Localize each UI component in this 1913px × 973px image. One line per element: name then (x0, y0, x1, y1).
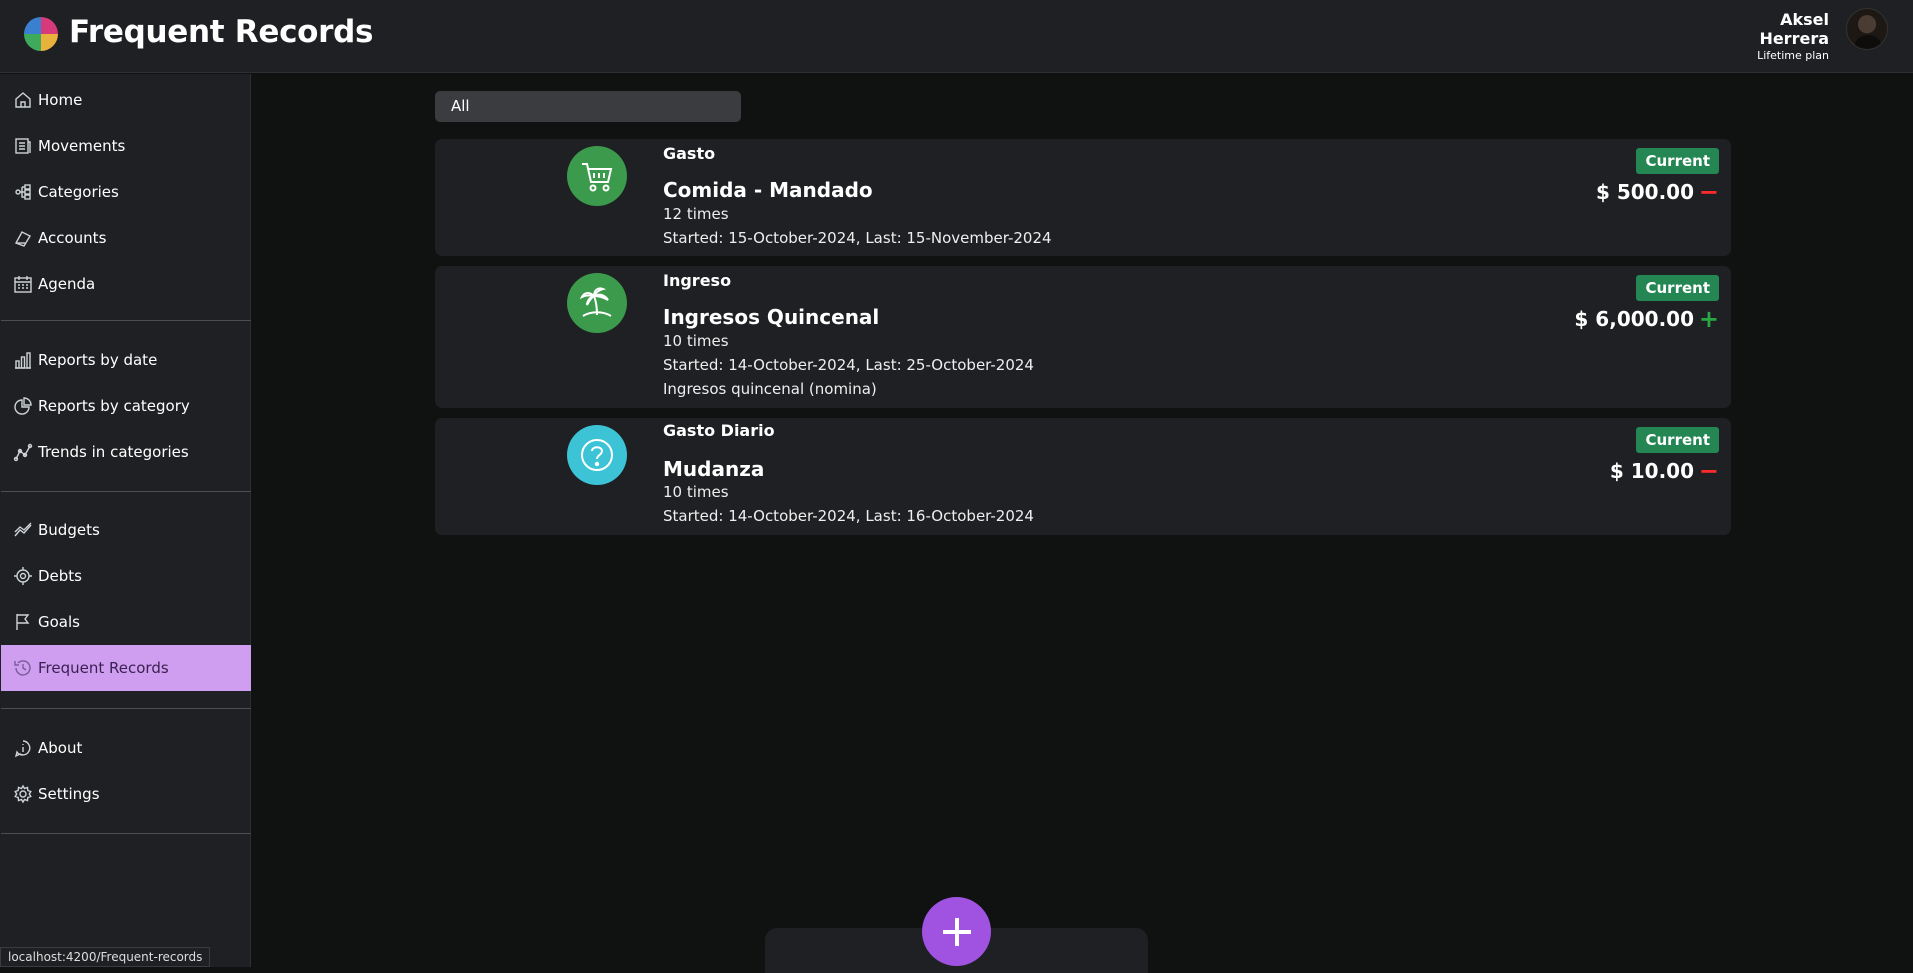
category-icon-badge (567, 273, 627, 333)
status-badge: Current (1636, 275, 1719, 301)
sidebar-item-label: Debts (38, 567, 82, 585)
flag-icon (16, 614, 30, 630)
category-icon-badge (567, 146, 627, 206)
user-first-name: Aksel (1780, 10, 1829, 29)
record-name: Comida - Mandado (663, 178, 873, 202)
add-record-button[interactable] (922, 897, 991, 966)
sidebar-divider (1, 320, 251, 321)
record-amount: $ 6,000.00 (1574, 307, 1694, 331)
categories-icon (15, 184, 31, 200)
user-info[interactable]: Aksel Herrera Lifetime plan (1757, 10, 1829, 64)
sidebar-item-accounts[interactable]: Accounts (1, 215, 251, 261)
sidebar-item-about[interactable]: About (1, 725, 251, 771)
record-name: Mudanza (663, 457, 765, 481)
plan-label: Lifetime plan (1757, 49, 1829, 62)
sidebar-item-agenda[interactable]: Agenda (1, 261, 251, 307)
question-icon (581, 439, 613, 471)
income-plus-icon: + (1698, 305, 1719, 333)
avatar[interactable] (1846, 8, 1888, 50)
plus-icon (942, 917, 971, 946)
sidebar-divider (1, 833, 251, 834)
sidebar-item-label: Reports by date (38, 351, 158, 369)
record-note: Ingresos quincenal (nomina) (663, 380, 877, 398)
sidebar-item-home[interactable]: Home (1, 77, 251, 123)
expense-minus-icon: − (1698, 457, 1719, 485)
sidebar-item-label: Home (38, 91, 83, 109)
filter-select[interactable]: All (435, 91, 741, 122)
record-dates: Started: 14-October-2024, Last: 16-Octob… (663, 507, 1034, 525)
pie-chart-icon (14, 397, 32, 415)
gear-icon (14, 784, 32, 804)
sidebar-item-label: Agenda (38, 275, 96, 293)
sidebar-item-label: Budgets (38, 521, 100, 539)
history-icon (14, 660, 31, 676)
sidebar-item-label: About (38, 739, 83, 757)
app-logo-icon[interactable] (22, 15, 60, 53)
info-icon (14, 740, 31, 758)
record-name: Ingresos Quincenal (663, 305, 880, 329)
sidebar-item-debts[interactable]: Debts (1, 553, 251, 599)
record-times: 10 times (663, 483, 729, 501)
movements-icon (15, 138, 31, 154)
sidebar-item-movements[interactable]: Movements (1, 123, 251, 169)
record-type: Gasto (663, 144, 716, 163)
status-badge: Current (1636, 427, 1719, 453)
sidebar-item-label: Categories (38, 183, 119, 201)
shopping-cart-icon (582, 163, 613, 192)
status-bar-url: localhost:4200/Frequent-records (0, 947, 211, 967)
record-amount: $ 500.00 (1595, 180, 1694, 204)
top-bar: Frequent Records Aksel Herrera Lifetime … (0, 0, 1913, 73)
record-dates: Started: 15-October-2024, Last: 15-Novem… (663, 229, 1052, 247)
calendar-icon (14, 276, 32, 293)
record-card[interactable]: Ingreso Ingresos Quincenal 10 times Star… (435, 266, 1731, 408)
sidebar-item-label: Accounts (38, 229, 107, 247)
record-card[interactable]: Gasto Diario Mudanza 10 times Started: 1… (435, 418, 1731, 535)
accounts-icon (14, 231, 31, 247)
record-times: 10 times (663, 332, 729, 350)
sidebar-item-label: Goals (38, 613, 80, 631)
sidebar-item-label: Settings (38, 785, 100, 803)
trend-icon (13, 443, 33, 462)
sidebar-item-goals[interactable]: Goals (1, 599, 251, 645)
sidebar-item-reports-by-date[interactable]: Reports by date (1, 337, 251, 383)
page-title: Frequent Records (69, 14, 374, 50)
record-amount: $ 10.00 (1609, 459, 1694, 483)
sidebar-item-label: Trends in categories (38, 443, 189, 461)
sidebar-item-label: Movements (38, 137, 126, 155)
user-last-name: Herrera (1759, 29, 1829, 48)
filter-select-value: All (451, 97, 470, 115)
record-dates: Started: 14-October-2024, Last: 25-Octob… (663, 356, 1034, 374)
sidebar-item-trends-in-categories[interactable]: Trends in categories (1, 429, 251, 475)
category-icon-badge (567, 425, 627, 485)
sidebar-item-label: Reports by category (38, 397, 190, 415)
record-type: Ingreso (663, 271, 732, 290)
record-type: Gasto Diario (663, 421, 775, 440)
home-icon (15, 92, 31, 108)
record-card[interactable]: Gasto Comida - Mandado 12 times Started:… (435, 139, 1731, 256)
expense-minus-icon: − (1698, 178, 1719, 206)
sidebar-item-categories[interactable]: Categories (1, 169, 251, 215)
sidebar-divider (1, 708, 251, 709)
status-badge: Current (1636, 148, 1719, 174)
debt-icon (14, 567, 32, 585)
record-times: 12 times (663, 205, 729, 223)
sidebar: Home Movements Categories Accounts Agend… (0, 74, 251, 967)
palm-tree-icon (579, 287, 612, 317)
sidebar-item-settings[interactable]: Settings (1, 771, 251, 817)
bar-chart-icon (15, 352, 31, 369)
budget-icon (14, 522, 32, 537)
sidebar-divider (1, 491, 251, 492)
sidebar-item-reports-by-category[interactable]: Reports by category (1, 383, 251, 429)
sidebar-item-frequent-records[interactable]: Frequent Records (1, 645, 251, 691)
sidebar-item-budgets[interactable]: Budgets (1, 507, 251, 553)
sidebar-item-label: Frequent Records (38, 659, 169, 677)
